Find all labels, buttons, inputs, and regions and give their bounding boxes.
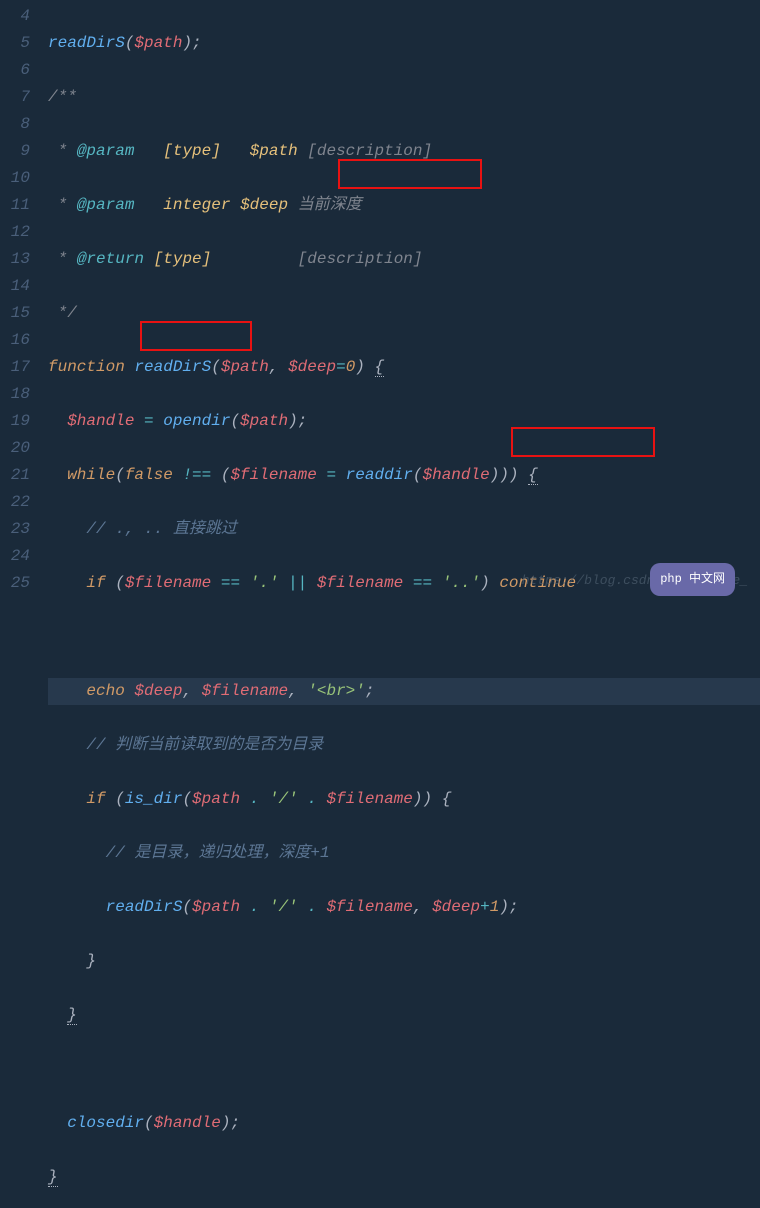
line-number: 7 bbox=[0, 84, 30, 111]
code-line bbox=[48, 624, 760, 651]
code-line: function readDirS($path, $deep=0) { bbox=[48, 354, 760, 381]
code-line: while(false !== ($filename = readdir($ha… bbox=[48, 462, 760, 489]
code-line: readDirS($path); bbox=[48, 30, 760, 57]
code-line: /** bbox=[48, 84, 760, 111]
line-number: 14 bbox=[0, 273, 30, 300]
line-number: 15 bbox=[0, 300, 30, 327]
code-line: * @return [type] [description] bbox=[48, 246, 760, 273]
line-number: 18 bbox=[0, 381, 30, 408]
code-line: */ bbox=[48, 300, 760, 327]
line-number: 13 bbox=[0, 246, 30, 273]
code-line: } bbox=[48, 1164, 760, 1191]
line-number: 12 bbox=[0, 219, 30, 246]
code-line: $handle = opendir($path); bbox=[48, 408, 760, 435]
line-number: 21 bbox=[0, 462, 30, 489]
code-line: // 判断当前读取到的是否为目录 bbox=[48, 732, 760, 759]
line-number: 4 bbox=[0, 3, 30, 30]
line-number-gutter: 4 5 6 7 8 9 10 11 12 13 14 15 16 17 18 1… bbox=[0, 0, 40, 604]
code-line: } bbox=[48, 948, 760, 975]
line-number: 11 bbox=[0, 192, 30, 219]
code-line: // 是目录，递归处理，深度+1 bbox=[48, 840, 760, 867]
line-number: 5 bbox=[0, 30, 30, 57]
php-logo-badge: php 中文网 bbox=[650, 563, 735, 596]
code-line bbox=[48, 1056, 760, 1083]
line-number: 9 bbox=[0, 138, 30, 165]
line-number: 22 bbox=[0, 489, 30, 516]
line-number: 24 bbox=[0, 543, 30, 570]
code-line: * @param [type] $path [description] bbox=[48, 138, 760, 165]
line-number: 19 bbox=[0, 408, 30, 435]
code-line: * @param integer $deep 当前深度 bbox=[48, 192, 760, 219]
code-editor: 4 5 6 7 8 9 10 11 12 13 14 15 16 17 18 1… bbox=[0, 0, 760, 604]
line-number: 17 bbox=[0, 354, 30, 381]
line-number: 16 bbox=[0, 327, 30, 354]
code-line: closedir($handle); bbox=[48, 1110, 760, 1137]
code-line: readDirS($path . '/' . $filename, $deep+… bbox=[48, 894, 760, 921]
line-number: 6 bbox=[0, 57, 30, 84]
code-line-highlighted: echo $deep, $filename, '<br>'; bbox=[48, 678, 760, 705]
code-line: // ., .. 直接跳过 bbox=[48, 516, 760, 543]
line-number: 25 bbox=[0, 570, 30, 597]
code-line: } bbox=[48, 1002, 760, 1029]
line-number: 8 bbox=[0, 111, 30, 138]
line-number: 10 bbox=[0, 165, 30, 192]
code-area[interactable]: readDirS($path); /** * @param [type] $pa… bbox=[40, 0, 760, 604]
line-number: 20 bbox=[0, 435, 30, 462]
code-line: if (is_dir($path . '/' . $filename)) { bbox=[48, 786, 760, 813]
line-number: 23 bbox=[0, 516, 30, 543]
